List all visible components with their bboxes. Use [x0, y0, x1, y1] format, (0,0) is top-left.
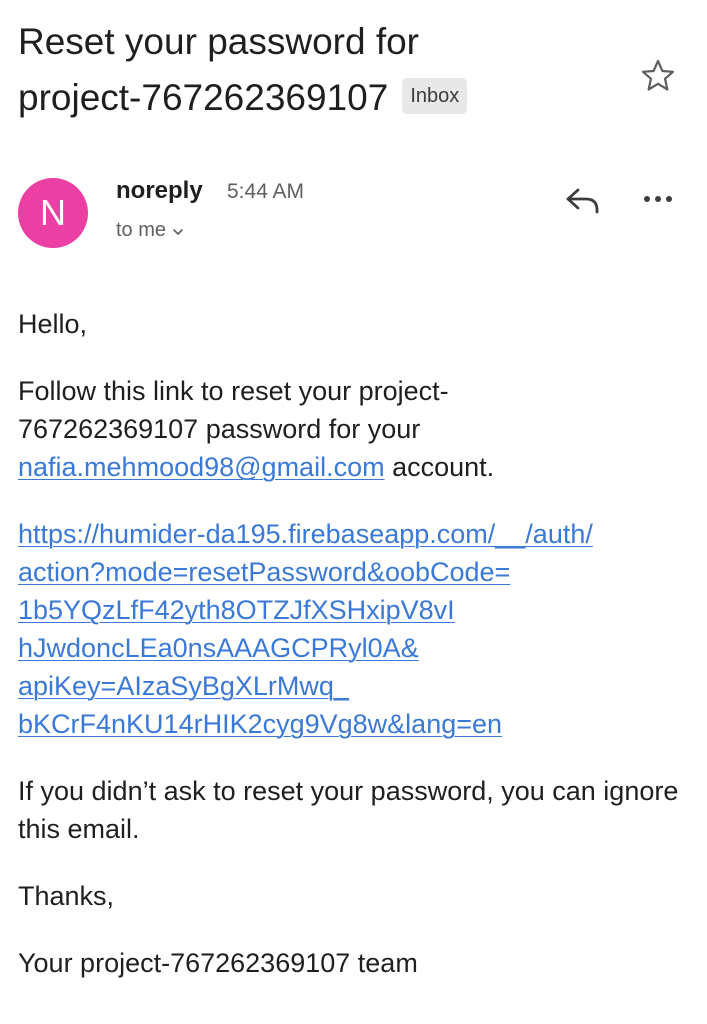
avatar[interactable]: N — [18, 178, 88, 248]
reset-link-line: bKCrF4nKU14rHIK2cyg9Vg8w&lang=en — [18, 709, 503, 739]
instruction-paragraph: Follow this link to reset your project- … — [18, 372, 683, 486]
ignore-notice-text: If you didn’t ask to reset your password… — [18, 776, 679, 844]
reset-password-link[interactable]: https://humider-da195.firebaseapp.com/__… — [18, 515, 683, 743]
star-icon[interactable] — [638, 56, 678, 96]
reset-link-line: hJwdoncLEa0nsAAAGCPRyl0A& — [18, 633, 419, 663]
reply-icon[interactable] — [562, 182, 602, 218]
email-subject-line1: Reset your password for — [18, 21, 420, 62]
email-body: Hello, Follow this link to reset your pr… — [18, 305, 683, 982]
email-subject-line2: project-767262369107 — [18, 77, 389, 118]
email-subject-block: Reset your password for project-76726236… — [18, 14, 628, 126]
avatar-letter: N — [40, 192, 66, 233]
chevron-down-icon — [172, 217, 184, 245]
reset-link-paragraph: https://humider-da195.firebaseapp.com/__… — [18, 515, 683, 743]
sender-name[interactable]: noreply — [116, 176, 203, 206]
reset-link-line: 1b5YQzLfF42yth8OTZJfXSHxipV8vI — [18, 595, 455, 625]
email-time: 5:44 AM — [227, 180, 305, 203]
instruction-text-line2: 767262369107 password for your — [18, 414, 421, 444]
reset-link-line: action?mode=resetPassword&oobCode= — [18, 557, 511, 587]
account-email-link[interactable]: nafia.mehmood98@gmail.com — [18, 452, 385, 482]
greeting-text: Hello, — [18, 309, 88, 339]
signature-text: Your project-767262369107 team — [18, 948, 418, 978]
reset-link-line: apiKey=AIzaSyBgXLrMwq_ — [18, 671, 349, 701]
more-horizontal-icon[interactable] — [638, 186, 678, 212]
inbox-label-badge[interactable]: Inbox — [402, 78, 468, 115]
instruction-text-end: account. — [384, 452, 495, 482]
recipient-details-toggle[interactable]: to me — [116, 216, 184, 245]
instruction-text-line1: Follow this link to reset your project- — [18, 376, 449, 406]
thanks-text: Thanks, — [18, 881, 115, 911]
reset-link-line: https://humider-da195.firebaseapp.com/__… — [18, 519, 593, 549]
recipient-label: to me — [116, 219, 167, 241]
email-subject: Reset your password for project-76726236… — [18, 14, 628, 126]
